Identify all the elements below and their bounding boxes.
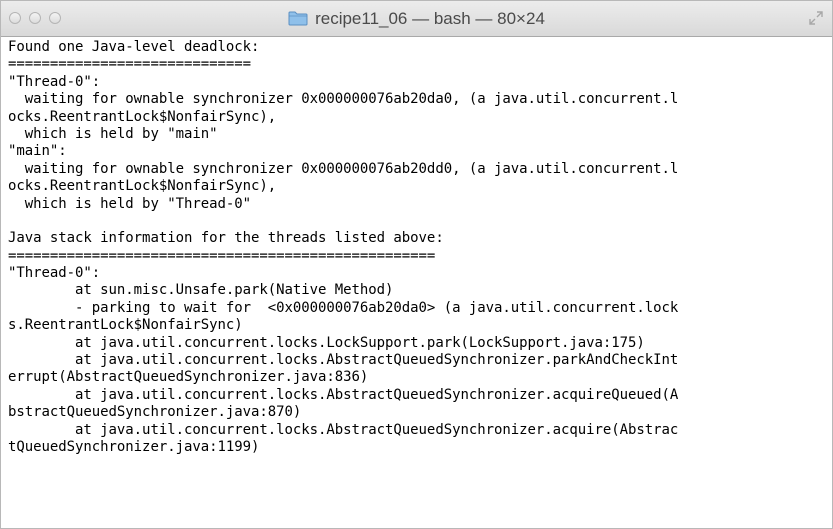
terminal-line: at java.util.concurrent.locks.AbstractQu… [8, 352, 679, 369]
terminal-line: errupt(AbstractQueuedSynchronizer.java:8… [8, 369, 369, 386]
terminal-line: bstractQueuedSynchronizer.java:870) [8, 404, 302, 421]
window-title: recipe11_06 — bash — 80×24 [315, 8, 545, 28]
terminal-line: "Thread-0": [8, 265, 101, 282]
terminal-line: waiting for ownable synchronizer 0x00000… [8, 160, 679, 177]
terminal-line: "Thread-0": [8, 73, 101, 90]
terminal-line: tQueuedSynchronizer.java:1199) [8, 438, 260, 455]
folder-icon [288, 11, 308, 26]
window-title-group: recipe11_06 — bash — 80×24 [1, 1, 832, 36]
terminal-line: which is held by "Thread-0" [8, 195, 251, 212]
terminal-line: at java.util.concurrent.locks.AbstractQu… [8, 421, 679, 438]
terminal-line: - parking to wait for <0x000000076ab20da… [8, 299, 679, 316]
terminal-line: at java.util.concurrent.locks.AbstractQu… [8, 386, 679, 403]
terminal-line: at java.util.concurrent.locks.LockSuppor… [8, 334, 645, 351]
terminal-line: Java stack information for the threads l… [8, 230, 444, 247]
terminal-line: "main": [8, 143, 67, 160]
terminal-window: recipe11_06 — bash — 80×24 Found one Jav… [0, 0, 833, 529]
title-bar[interactable]: recipe11_06 — bash — 80×24 [1, 1, 832, 37]
terminal-line: Found one Java-level deadlock: [8, 39, 260, 55]
terminal-line: ocks.ReentrantLock$NonfairSync), [8, 108, 277, 125]
terminal-output[interactable]: Found one Java-level deadlock: ==========… [8, 39, 826, 528]
terminal-line: at sun.misc.Unsafe.park(Native Method) [8, 282, 394, 299]
terminal-line: s.ReentrantLock$NonfairSync) [8, 317, 243, 334]
terminal-line: ========================================… [8, 247, 436, 264]
fullscreen-icon[interactable] [809, 11, 823, 25]
terminal-line: waiting for ownable synchronizer 0x00000… [8, 91, 679, 108]
terminal-line: which is held by "main" [8, 125, 218, 142]
terminal-line: ============================= [8, 56, 251, 73]
terminal-line: ocks.ReentrantLock$NonfairSync), [8, 178, 277, 195]
